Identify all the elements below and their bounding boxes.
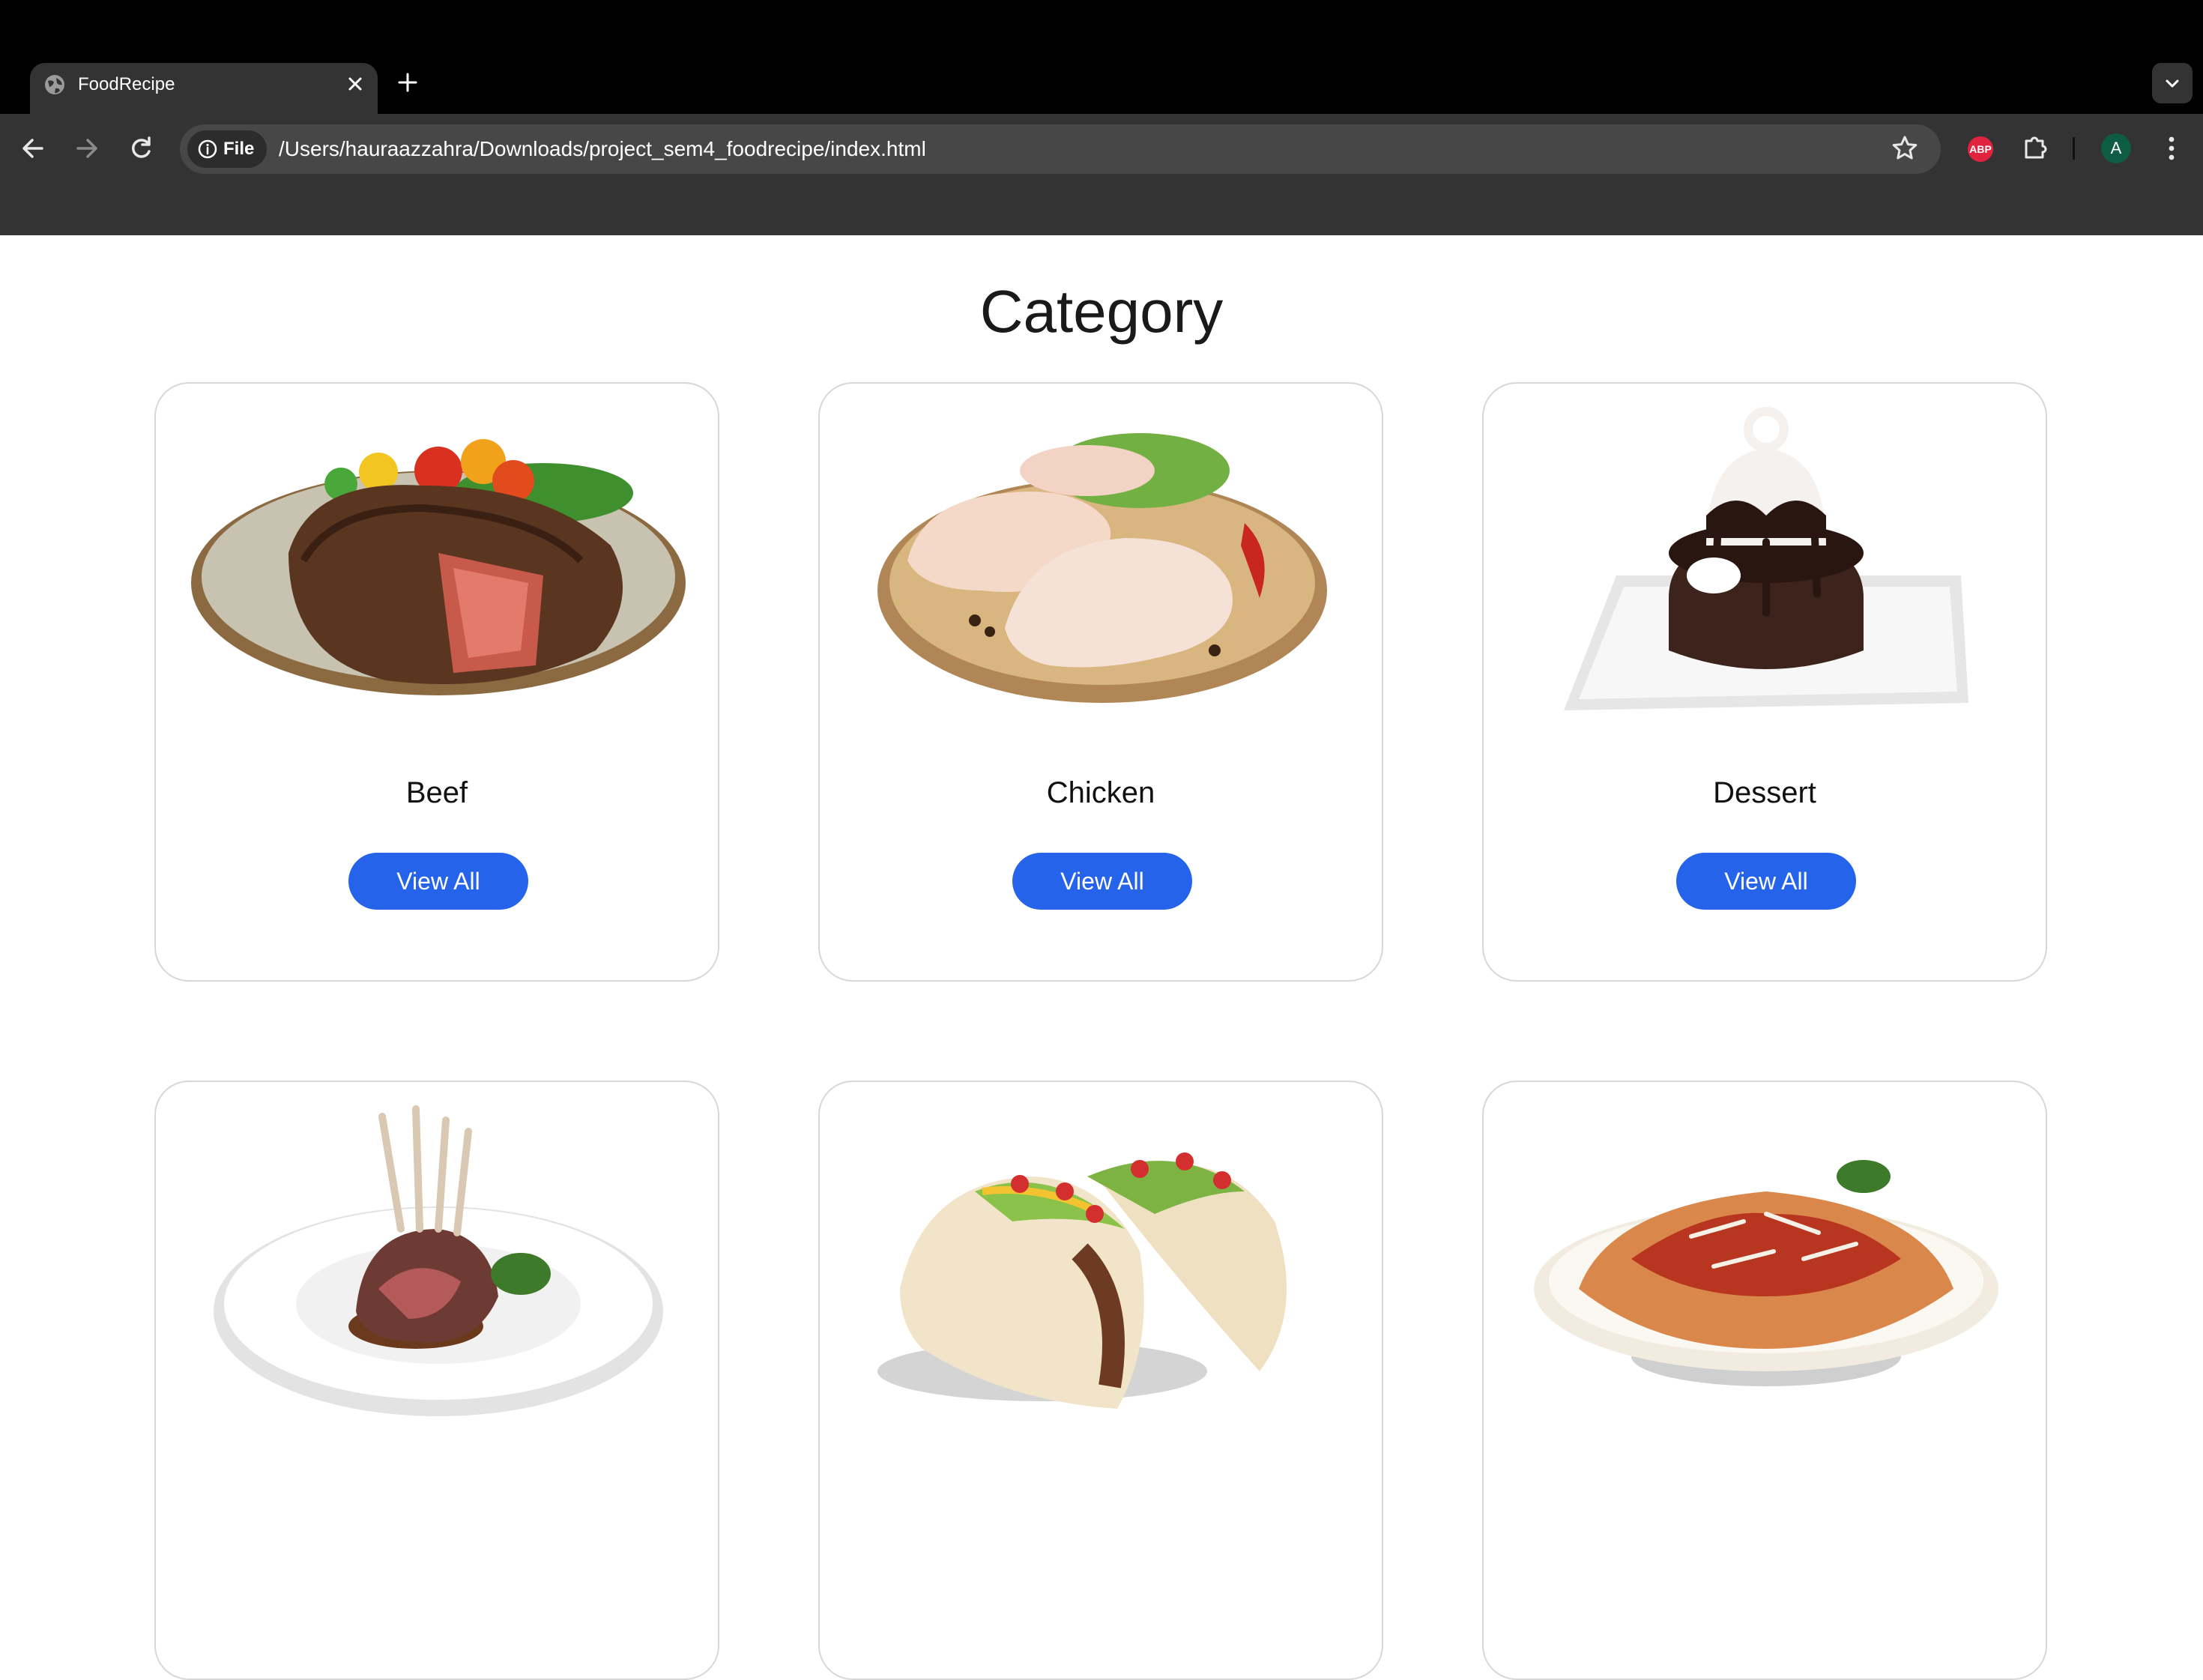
site-info-chip[interactable]: File <box>187 130 267 168</box>
category-name: Beef <box>405 776 468 809</box>
more-menu-icon[interactable] <box>2158 133 2185 163</box>
globe-icon <box>45 75 64 94</box>
url-text[interactable]: /Users/hauraazzahra/Downloads/project_se… <box>279 137 926 161</box>
category-card-lamb <box>154 1081 719 1680</box>
category-card-chicken: Chicken View All <box>818 382 1383 982</box>
category-card-beef: Beef View All <box>154 382 719 982</box>
view-all-button[interactable]: View All <box>1676 853 1856 910</box>
profile-avatar[interactable]: A <box>2101 133 2131 163</box>
dessert-image <box>1564 407 1968 710</box>
pasta-image <box>1534 1160 1998 1386</box>
info-icon <box>198 139 217 159</box>
site-chip-label: File <box>223 139 255 159</box>
tab-title: FoodRecipe <box>78 74 175 94</box>
category-name: Dessert <box>1713 776 1816 809</box>
back-arrow-icon[interactable] <box>18 133 48 163</box>
browser-tab[interactable]: FoodRecipe <box>30 63 378 115</box>
page-title: Category <box>979 278 1224 345</box>
reload-icon[interactable] <box>126 133 156 163</box>
category-name: Chicken <box>1046 776 1155 809</box>
bookmark-star-icon[interactable] <box>1890 133 1920 163</box>
chicken-image <box>877 433 1327 703</box>
toolbar-separator <box>2073 137 2075 160</box>
category-card-dessert: Dessert View All <box>1482 382 2047 982</box>
tab-search-button[interactable] <box>2152 63 2193 103</box>
beef-steak-image <box>191 439 686 695</box>
category-card-pasta <box>1482 1081 2047 1680</box>
view-all-button[interactable]: View All <box>1012 853 1192 910</box>
address-bar[interactable]: File /Users/hauraazzahra/Downloads/proje… <box>180 124 1941 174</box>
tacos-image <box>877 1152 1287 1409</box>
adblock-extension-icon[interactable]: ABP <box>1968 136 1993 162</box>
extensions-puzzle-icon[interactable] <box>2020 132 2052 163</box>
new-tab-icon[interactable] <box>396 70 420 94</box>
forward-arrow-icon[interactable] <box>72 133 102 163</box>
lamb-chops-image <box>214 1105 663 1416</box>
chevron-down-icon <box>2166 79 2179 88</box>
view-all-button[interactable]: View All <box>348 853 528 910</box>
category-card-tacos <box>818 1081 1383 1680</box>
close-tab-icon[interactable] <box>343 72 367 96</box>
